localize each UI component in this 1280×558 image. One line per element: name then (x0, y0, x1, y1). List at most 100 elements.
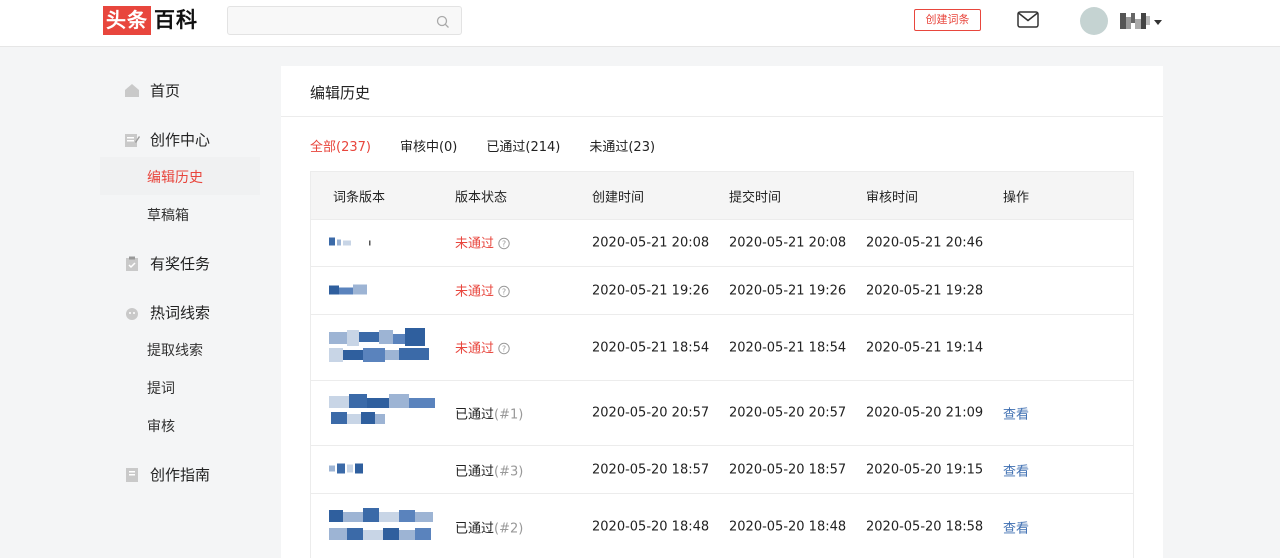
fire-icon (124, 305, 140, 321)
status-rejected[interactable]: 未通过? (455, 233, 510, 254)
sidebar-item-drafts[interactable]: 草稿箱 (147, 205, 189, 225)
entry-version-obscured[interactable] (329, 394, 437, 432)
sidebar-item-home[interactable]: 首页 (124, 80, 180, 101)
created-time: 2020-05-21 19:26 (592, 283, 710, 298)
user-menu[interactable] (1120, 11, 1162, 30)
entry-version-obscured[interactable] (329, 507, 437, 546)
sidebar-item-label: 创作中心 (150, 131, 211, 149)
top-header: 头条 百科 创建词条 (0, 0, 1280, 47)
table-row: 已通过(#3) 2020-05-20 18:57 2020-05-20 18:5… (311, 446, 1133, 494)
home-icon (124, 83, 140, 99)
mail-icon[interactable] (1017, 11, 1039, 32)
table-row: 已通过(#1) 2020-05-20 20:57 2020-05-20 20:5… (311, 381, 1133, 446)
logo-part2: 百科 (154, 8, 198, 32)
status-text: 已通过 (455, 464, 495, 479)
table-row: 未通过? 2020-05-21 20:08 2020-05-21 20:08 2… (311, 220, 1133, 267)
sidebar-item-edit-history[interactable]: 编辑历史 (147, 167, 203, 187)
reviewed-time: 2020-05-21 19:28 (866, 283, 984, 298)
book-icon (124, 467, 140, 483)
edit-history-panel: 编辑历史 全部(237) 审核中(0) 已通过(214) 未通过(23) 词条版… (281, 66, 1163, 558)
view-link[interactable]: 查看 (1003, 517, 1029, 536)
history-table: 词条版本 版本状态 创建时间 提交时间 审核时间 操作 未通过? 2020-05… (310, 171, 1134, 558)
reviewed-time: 2020-05-21 19:14 (866, 340, 984, 355)
sidebar-item-creation-guide[interactable]: 创作指南 (124, 464, 210, 485)
column-header: 版本状态 (455, 190, 508, 205)
submitted-time: 2020-05-20 18:57 (729, 462, 847, 477)
created-time: 2020-05-21 18:54 (592, 340, 710, 355)
status-rejected[interactable]: 未通过? (455, 337, 510, 358)
status-approved: 已通过(#2) (455, 517, 523, 536)
search-box[interactable] (227, 6, 462, 35)
entry-version-obscured[interactable] (329, 327, 433, 368)
status-text: 未通过 (455, 341, 495, 356)
question-icon[interactable]: ? (498, 237, 510, 254)
question-icon[interactable]: ? (498, 342, 510, 358)
version-number: (#1) (494, 407, 524, 423)
column-header: 提交时间 (729, 190, 782, 205)
divider (281, 116, 1163, 117)
search-icon[interactable] (436, 14, 450, 33)
clipboard-icon (124, 256, 140, 272)
edit-icon (124, 132, 140, 148)
sidebar-item-reward-tasks[interactable]: 有奖任务 (124, 253, 210, 274)
tab-all[interactable]: 全部(237) (310, 136, 371, 155)
entry-version-obscured[interactable] (329, 460, 369, 479)
column-header: 审核时间 (866, 190, 919, 205)
version-number: (#2) (494, 521, 524, 536)
create-entry-button[interactable]: 创建词条 (914, 9, 981, 31)
page-title: 编辑历史 (310, 84, 371, 102)
status-text: 已通过 (455, 521, 495, 536)
caret-down-icon[interactable] (1154, 11, 1162, 30)
question-icon[interactable]: ? (498, 285, 510, 301)
version-number: (#3) (494, 464, 524, 479)
logo[interactable]: 头条 百科 (103, 6, 198, 35)
reviewed-time: 2020-05-20 18:58 (866, 519, 984, 534)
reviewed-time: 2020-05-20 21:09 (866, 405, 984, 421)
view-link[interactable]: 查看 (1003, 404, 1029, 423)
submitted-time: 2020-05-20 18:48 (729, 519, 847, 534)
column-header: 操作 (1003, 190, 1030, 205)
sidebar-item-suggest-words[interactable]: 提词 (147, 378, 175, 398)
sidebar-item-extract-clues[interactable]: 提取线索 (147, 340, 203, 360)
submitted-time: 2020-05-21 20:08 (729, 235, 847, 251)
avatar[interactable] (1080, 7, 1108, 35)
table-row: 已通过(#2) 2020-05-20 18:48 2020-05-20 18:4… (311, 494, 1133, 558)
created-time: 2020-05-20 20:57 (592, 405, 710, 421)
filter-tabs: 全部(237) 审核中(0) 已通过(214) 未通过(23) (310, 136, 684, 155)
status-approved: 已通过(#3) (455, 460, 523, 479)
tab-reviewing[interactable]: 审核中(0) (400, 136, 457, 155)
created-time: 2020-05-20 18:57 (592, 462, 710, 477)
status-rejected[interactable]: 未通过? (455, 280, 510, 301)
status-approved: 已通过(#1) (455, 404, 523, 423)
table-row: 未通过? 2020-05-21 19:26 2020-05-21 19:26 2… (311, 267, 1133, 315)
sidebar-item-creation-center[interactable]: 创作中心 (124, 129, 210, 150)
sidebar-item-label: 首页 (150, 82, 181, 100)
svg-text:?: ? (502, 344, 506, 353)
search-input[interactable] (228, 7, 428, 34)
status-text: 未通过 (455, 284, 495, 299)
view-link[interactable]: 查看 (1003, 460, 1029, 479)
sidebar-item-label: 创作指南 (150, 466, 211, 484)
table-header: 词条版本 版本状态 创建时间 提交时间 审核时间 操作 (311, 172, 1133, 220)
logo-part1: 头条 (103, 6, 151, 35)
submitted-time: 2020-05-21 18:54 (729, 340, 847, 355)
status-text: 已通过 (455, 407, 495, 423)
reviewed-time: 2020-05-20 19:15 (866, 462, 984, 477)
entry-version-obscured[interactable] (329, 281, 373, 300)
tab-approved[interactable]: 已通过(214) (486, 136, 560, 155)
entry-version-obscured[interactable] (329, 234, 373, 253)
sidebar-item-label: 有奖任务 (150, 255, 211, 273)
svg-text:?: ? (502, 240, 506, 249)
username-obscured (1120, 12, 1150, 29)
table-row: 未通过? 2020-05-21 18:54 2020-05-21 18:54 2… (311, 315, 1133, 381)
svg-text:?: ? (502, 287, 506, 296)
column-header: 词条版本 (333, 190, 386, 205)
sidebar-item-hot-words[interactable]: 热词线索 (124, 302, 210, 323)
created-time: 2020-05-21 20:08 (592, 235, 710, 251)
created-time: 2020-05-20 18:48 (592, 519, 710, 534)
tab-rejected[interactable]: 未通过(23) (589, 136, 655, 155)
sidebar-item-review[interactable]: 审核 (147, 416, 175, 436)
submitted-time: 2020-05-20 20:57 (729, 405, 847, 421)
column-header: 创建时间 (592, 190, 645, 205)
status-text: 未通过 (455, 236, 495, 252)
